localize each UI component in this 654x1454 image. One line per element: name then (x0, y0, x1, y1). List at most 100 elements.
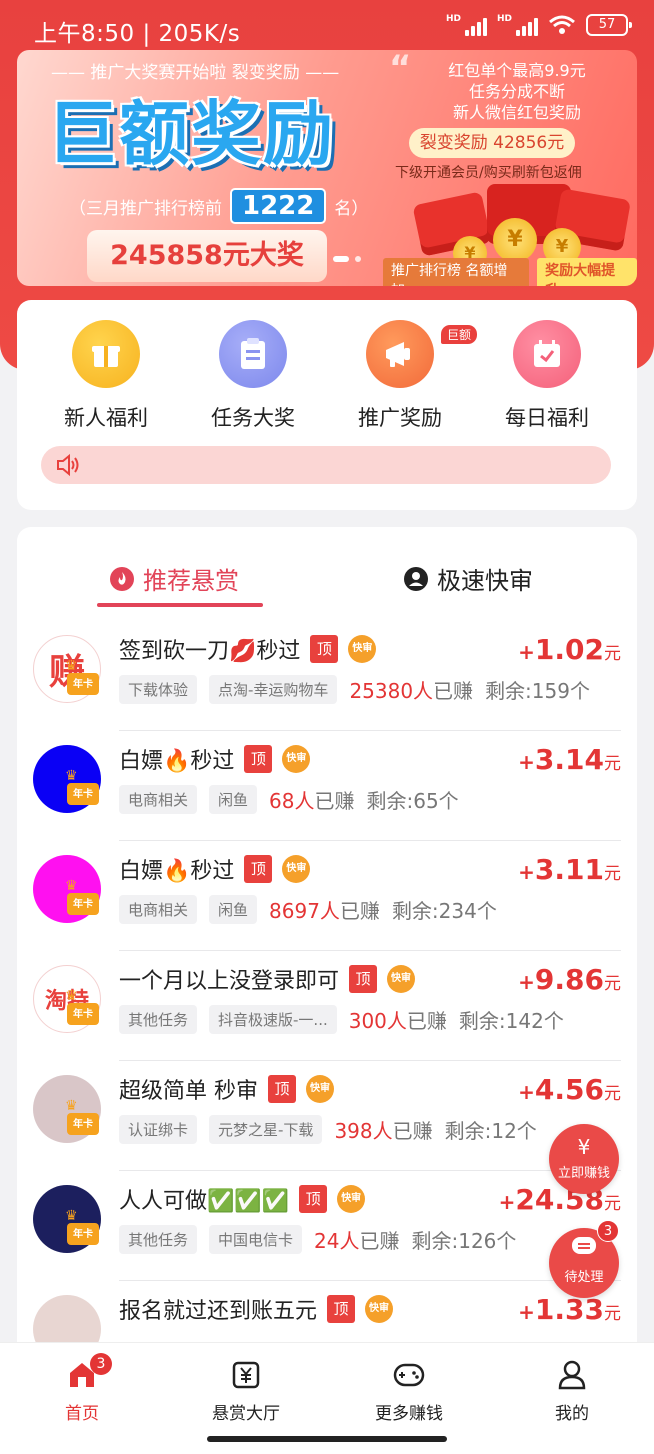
megaphone-icon (366, 320, 434, 388)
banner-sub-note: 下级开通会员/购买刷新包返佣 (395, 165, 582, 181)
task-tag: 闲鱼 (209, 895, 258, 924)
price-sign: + (518, 860, 535, 884)
task-title-row: 人人可做✅✅✅ 顶快审 (119, 1183, 366, 1215)
category-label: 推广奖励 (358, 406, 442, 430)
earned-count: 8697人已赚 (269, 895, 380, 924)
task-tag: 中国电信卡 (209, 1225, 303, 1254)
task-title: 报名就过还到账五元 (119, 1299, 318, 1324)
task-price: +3.11元 (518, 853, 621, 886)
earned-suffix: 已赚 (433, 679, 474, 703)
earn-now-label: 立即赚钱 (557, 1166, 610, 1181)
task-tag: 下载体验 (119, 675, 198, 704)
earn-now-button[interactable]: ¥ 立即赚钱 (549, 1124, 619, 1194)
banner-rank: （三月推广排行榜前 1222 名） (69, 188, 368, 224)
notice-bar[interactable] (41, 446, 611, 484)
task-tag: 元梦之星-下载 (209, 1115, 323, 1144)
nav-label: 首页 (65, 1404, 99, 1424)
task-tag: 抖音极速版-一... (209, 1005, 337, 1034)
rank-suffix: 名） (334, 198, 369, 219)
tab-indicator (97, 603, 263, 607)
gamepad-icon (349, 1355, 469, 1395)
earned-number: 8697人 (269, 899, 340, 923)
banner-foot-left: 推广排行榜 名额增加 (383, 258, 530, 286)
price-value: 9.86 (534, 963, 604, 996)
category-label: 任务大奖 (211, 406, 295, 430)
fast-review-icon: 快审 (387, 965, 416, 993)
top-badge: 顶 (244, 745, 273, 773)
remaining-count: 剩余:65个 (366, 789, 459, 813)
calendar-check-icon (513, 320, 581, 388)
price-value: 3.14 (534, 743, 604, 776)
category-label: 新人福利 (64, 406, 148, 430)
task-price: +1.02元 (518, 633, 621, 666)
remaining-count: 剩余:234个 (391, 899, 497, 923)
task-meta: 其他任务 抖音极速版-一... 300人已赚 剩余:142个 (119, 1005, 564, 1034)
earned-number: 68人 (269, 789, 315, 813)
price-sign: + (518, 970, 535, 994)
earned-number: 25380人 (349, 679, 434, 703)
price-unit: 元 (604, 1194, 621, 1214)
banner-right-line: 红包单个最高9.9元 (448, 61, 586, 80)
crown-icon: 年卡 (65, 879, 99, 915)
price-sign: + (498, 1190, 516, 1214)
task-price: +3.14元 (518, 743, 621, 776)
price-unit: 元 (604, 974, 621, 994)
category-task-prize[interactable]: 任务大奖 (188, 320, 318, 432)
profile-icon (512, 1355, 632, 1395)
remaining-count: 剩余:159个 (485, 679, 590, 703)
category-card: 新人福利 任务大奖 推广奖励 巨额 每日福利 (17, 300, 637, 510)
nav-label: 我的 (555, 1404, 589, 1424)
task-price: +9.86元 (518, 963, 621, 996)
fast-review-icon: 快审 (306, 1075, 334, 1103)
tab-recommended[interactable]: 推荐悬赏 (109, 561, 239, 596)
gift-icon (72, 320, 140, 388)
task-row[interactable]: 淘特年卡一个月以上没登录即可顶快审+9.86元其他任务抖音极速版-一...300… (17, 951, 637, 1061)
earned-suffix: 已赚 (339, 899, 380, 923)
price-unit: 元 (604, 754, 621, 774)
tab-fast-review[interactable]: 极速快审 (403, 561, 533, 596)
home-icon (22, 1355, 142, 1395)
nav-home[interactable]: 3 首页 (22, 1353, 142, 1424)
task-price: +1.33元 (518, 1293, 621, 1326)
fast-review-icon: 快审 (365, 1295, 394, 1323)
category-newbie[interactable]: 新人福利 (41, 320, 171, 432)
task-meta: 其他任务 中国电信卡 24人已赚 剩余:126个 (119, 1225, 516, 1254)
price-unit: 元 (604, 644, 621, 664)
earned-suffix: 已赚 (359, 1229, 400, 1253)
nav-reward-hall[interactable]: 悬赏大厅 (186, 1355, 306, 1424)
task-row[interactable]: 年卡超级简单 秒审顶快审 +4.56元认证绑卡元梦之星-下载 398人已赚剩余:12… (17, 1061, 637, 1171)
task-row[interactable]: 赚年卡签到砍一刀💋秒过顶快审+1.02元下载体验点淘-幸运购物车25380人已赚… (17, 621, 637, 731)
tab-label: 极速快审 (437, 567, 533, 595)
price-unit: 元 (604, 864, 621, 884)
speaker-icon (57, 453, 79, 477)
pending-count-badge: 3 (597, 1220, 619, 1242)
nav-profile[interactable]: 我的 (512, 1355, 632, 1424)
banner-prize: 245858元大奖 (87, 230, 327, 282)
huge-badge: 巨额 (441, 325, 478, 344)
price-unit: 元 (604, 1304, 621, 1324)
task-tag: 点淘-幸运购物车 (209, 675, 338, 704)
clipboard-icon (219, 320, 287, 388)
category-daily[interactable]: 每日福利 (482, 320, 612, 432)
crown-icon: 年卡 (65, 1209, 99, 1245)
task-meta: 认证绑卡 元梦之星-下载 398人已赚 剩余:12个 (119, 1115, 537, 1144)
user-circle-icon (404, 566, 428, 591)
task-tag: 闲鱼 (209, 785, 258, 814)
banner-right-line: 新人微信红包奖励 (452, 103, 581, 122)
task-row[interactable]: 年卡白嫖🔥秒过顶快审 +3.11元电商相关闲鱼 8697人已赚剩余:234个 (17, 841, 637, 951)
signal-icon-2: HD (497, 14, 538, 36)
top-badge: 顶 (244, 855, 273, 883)
task-row[interactable]: 年卡白嫖🔥秒过顶快审 +3.14元电商相关闲鱼 68人已赚剩余:65个 (17, 731, 637, 841)
remaining-count: 剩余:142个 (458, 1009, 564, 1033)
earned-count: 300人已赚 (349, 1005, 447, 1034)
price-sign: + (518, 1080, 535, 1104)
battery-indicator: 57 (586, 14, 632, 36)
fast-review-icon: 快审 (282, 855, 311, 883)
top-badge: 顶 (299, 1185, 328, 1213)
promo-banner[interactable]: —— 推广大奖赛开始啦 裂变奖励 —— 巨额奖励 （三月推广排行榜前 1222 … (17, 50, 637, 286)
banner-foot-right: 奖励大幅提升 (537, 258, 637, 286)
crown-icon: 年卡 (65, 659, 99, 695)
nav-more-earn[interactable]: 更多赚钱 (349, 1355, 469, 1424)
task-row[interactable]: 年卡人人可做✅✅✅顶快审+24.58元其他任务中国电信卡24人已赚剩余:126个 (17, 1171, 637, 1281)
task-price: +4.56元 (518, 1073, 621, 1106)
